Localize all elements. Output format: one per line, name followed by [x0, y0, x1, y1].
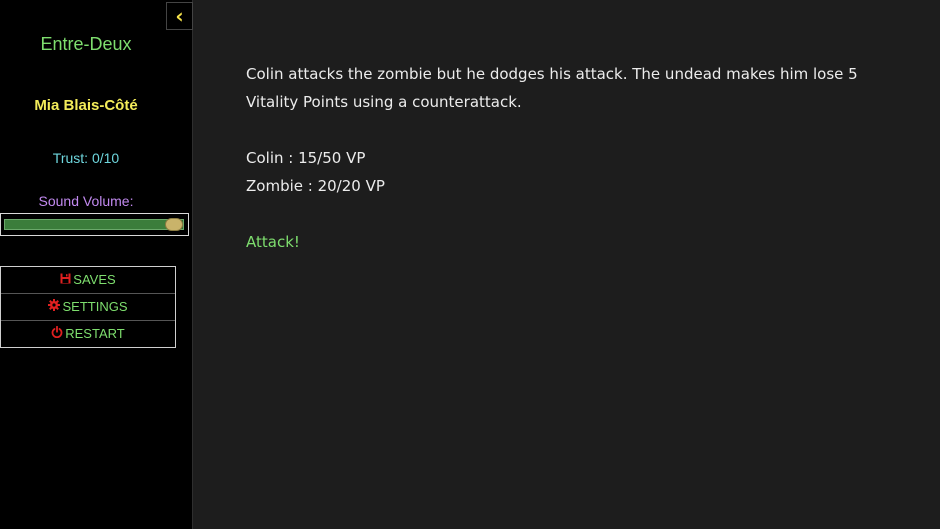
colin-vitality: Colin : 15/50 VP: [246, 149, 366, 167]
saves-button[interactable]: SAVES: [1, 267, 175, 294]
character-name: Mia Blais-Côté: [34, 97, 138, 114]
narration-text: Colin attacks the zombie but he dodges h…: [246, 65, 858, 111]
chevron-left-icon[interactable]: ‹: [166, 2, 193, 30]
stats-block: Colin : 15/50 VP Zombie : 20/20 VP: [246, 144, 896, 200]
sound-volume-slider[interactable]: [0, 213, 189, 236]
choices: Attack!: [246, 228, 896, 256]
settings-label: SETTINGS: [62, 299, 128, 314]
zombie-vitality: Zombie : 20/20 VP: [246, 177, 385, 195]
power-icon: [51, 321, 63, 347]
volume-track: [4, 219, 184, 230]
floppy-disk-icon: [60, 267, 71, 293]
restart-button[interactable]: RESTART: [1, 321, 175, 347]
sound-volume-label: Sound Volume:: [38, 193, 134, 209]
saves-label: SAVES: [73, 272, 116, 287]
story-title: Entre-Deux: [40, 34, 132, 54]
gear-icon: [48, 294, 61, 320]
attack-choice-link[interactable]: Attack!: [246, 233, 300, 251]
restart-label: RESTART: [65, 326, 125, 341]
sidebar-menu: SAVES SETTINGS RESTART: [0, 266, 176, 348]
volume-fill: [5, 220, 175, 229]
sidebar: ‹ Entre-Deux Mia Blais-Côté Trust: 0/10 …: [0, 0, 193, 529]
volume-thumb[interactable]: [165, 218, 183, 231]
story-panel: Colin attacks the zombie but he dodges h…: [246, 60, 896, 284]
settings-button[interactable]: SETTINGS: [1, 294, 175, 321]
trust-value: Trust: 0/10: [52, 150, 120, 166]
